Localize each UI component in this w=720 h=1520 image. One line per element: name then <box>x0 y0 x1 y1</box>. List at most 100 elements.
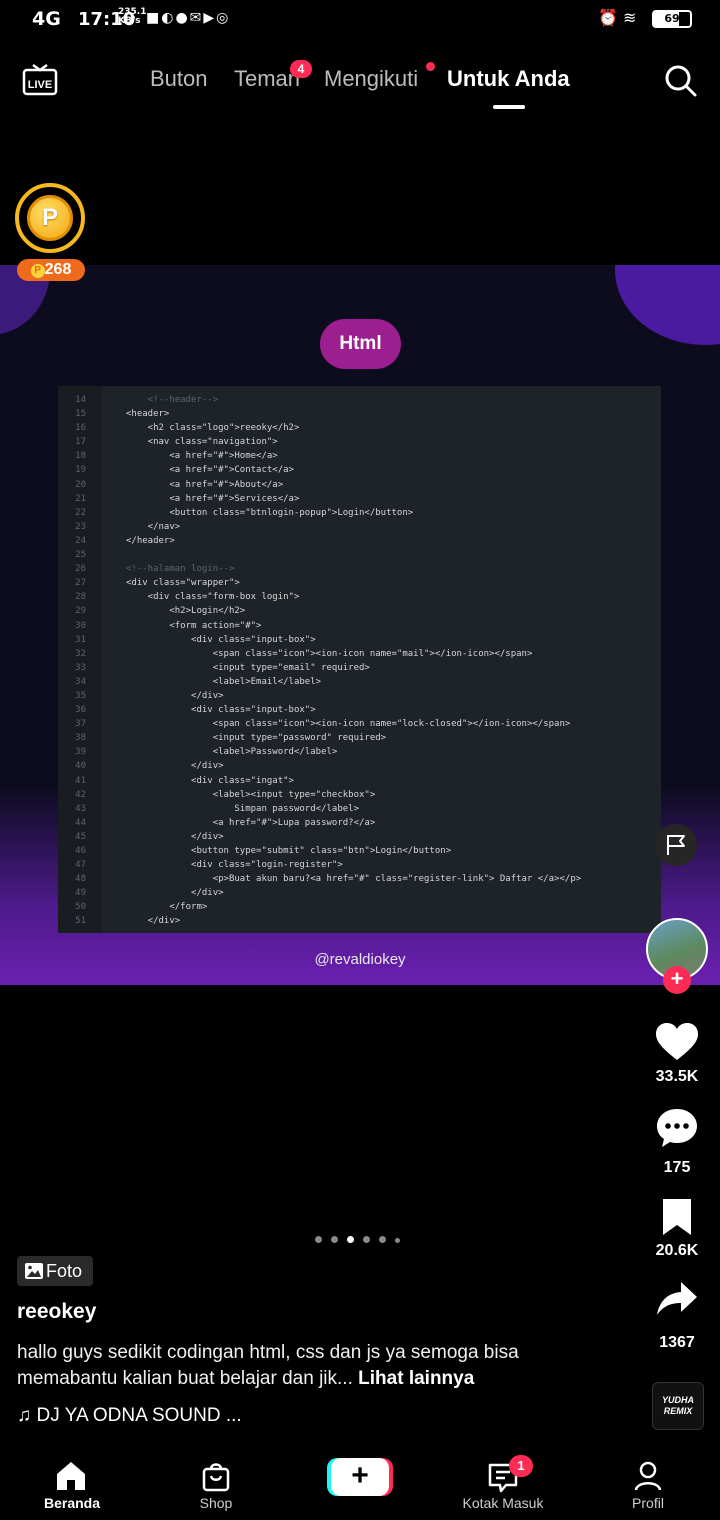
line-number: 49 <box>75 888 86 899</box>
tab-buton[interactable]: Buton <box>150 66 208 92</box>
code-text: <button class="btnlogin-popup">Login</bu… <box>126 507 414 518</box>
nav-profile-label[interactable]: Profil <box>588 1495 708 1511</box>
code-text: <!--halaman login--> <box>126 564 235 575</box>
report-button[interactable] <box>655 824 697 866</box>
code-line: 47 <div class="login-register"> <box>58 858 581 872</box>
nav-inbox-label[interactable]: Kotak Masuk <box>443 1495 563 1511</box>
line-number: 31 <box>75 634 86 645</box>
line-number: 38 <box>75 733 86 744</box>
code-line: 26 <!--halaman login--> <box>58 562 581 576</box>
create-button[interactable]: + <box>331 1458 389 1496</box>
photo-icon <box>25 1263 43 1279</box>
line-number: 28 <box>75 592 86 603</box>
code-text: <label><input type="checkbox"> <box>126 789 376 800</box>
code-line: 23 </nav> <box>58 520 581 534</box>
like-heart-icon[interactable] <box>655 1022 699 1062</box>
line-number: 35 <box>75 690 86 701</box>
line-number: 37 <box>75 719 86 730</box>
code-text: <nav class="navigation"> <box>126 437 278 448</box>
code-text: <h2 class="logo">reeoky</h2> <box>126 423 300 434</box>
nav-shop-label[interactable]: Shop <box>156 1495 276 1511</box>
live-icon[interactable]: LIVE <box>22 62 58 96</box>
home-icon[interactable] <box>54 1460 88 1492</box>
code-text: </div> <box>126 690 224 701</box>
active-tab-indicator <box>493 105 525 109</box>
line-number: 14 <box>75 395 86 405</box>
code-line: 49 </div> <box>58 886 581 900</box>
code-line: 33 <input type="email" required> <box>58 661 581 675</box>
code-text: <a href="#">Home</a> <box>126 451 278 462</box>
line-number: 43 <box>75 803 86 814</box>
code-text: <div class="login-register"> <box>126 860 343 871</box>
coin-mini-icon: P <box>30 264 45 278</box>
code-text: </div> <box>126 916 181 927</box>
line-number: 21 <box>75 493 86 504</box>
line-number: 48 <box>75 874 86 885</box>
tab-untuk-anda[interactable]: Untuk Anda <box>447 66 570 92</box>
code-text: <p>Buat akun baru?<a href="#" class="reg… <box>126 874 582 885</box>
code-line: 37 <span class="icon"><ion-icon name="lo… <box>58 717 581 731</box>
carousel-dot <box>315 1236 322 1243</box>
code-line: 15 <header> <box>58 407 581 421</box>
line-number: 50 <box>75 902 86 913</box>
code-text: <input type="email" required> <box>126 662 370 673</box>
shop-icon[interactable] <box>201 1460 231 1492</box>
line-number: 16 <box>75 423 86 434</box>
net-speed: 235.1 KB/s <box>118 7 147 26</box>
code-line: 35 </div> <box>58 689 581 703</box>
coin-icon[interactable]: P <box>27 195 73 241</box>
line-number: 46 <box>75 846 86 856</box>
code-text: <div class="form-box login"> <box>126 592 300 603</box>
code-line: 39 <label>Password</label> <box>58 745 581 759</box>
code-line: 24 </header> <box>58 534 581 548</box>
status-bar: 4G 17:10 235.1 KB/s ■◐●✉▶◎ ⏰ ≋ 69 <box>0 0 720 40</box>
line-number: 26 <box>75 564 86 575</box>
line-number: 32 <box>75 648 86 659</box>
code-line: 32 <span class="icon"><ion-icon name="ma… <box>58 647 581 661</box>
nav-home-label[interactable]: Beranda <box>12 1495 132 1511</box>
svg-text:LIVE: LIVE <box>28 79 52 91</box>
search-icon[interactable] <box>662 62 698 98</box>
code-line: 16 <h2 class="logo">reeoky</h2> <box>58 421 581 435</box>
code-text: <form action="#"> <box>126 620 262 631</box>
code-text: <a href="#">Lupa password?</a> <box>126 817 376 828</box>
code-line: 28 <div class="form-box login"> <box>58 590 581 604</box>
carousel-dot <box>363 1236 370 1243</box>
music-disc[interactable]: YUDHA REMIX <box>652 1382 704 1430</box>
line-number: 30 <box>75 620 86 631</box>
creator-username[interactable]: reeokey <box>17 1300 96 1324</box>
tab-mengikuti[interactable]: Mengikuti <box>324 66 418 92</box>
image-credit: @revaldiokey <box>314 951 406 968</box>
bookmark-icon[interactable] <box>660 1197 694 1237</box>
line-number: 19 <box>75 465 86 476</box>
code-text: <a href="#">About</a> <box>126 479 284 490</box>
battery-icon: 69 <box>652 10 692 28</box>
see-more-link[interactable]: Lihat lainnya <box>358 1368 474 1389</box>
code-line: 42 <label><input type="checkbox"> <box>58 788 581 802</box>
code-text: </nav> <box>126 521 181 532</box>
code-text: <header> <box>126 409 170 420</box>
line-number: 45 <box>75 831 86 842</box>
line-number: 33 <box>75 662 86 673</box>
carousel-dot <box>379 1236 386 1243</box>
post-caption[interactable]: hallo guys sedikit codingan html, css da… <box>17 1340 587 1392</box>
code-text: <div class="ingat"> <box>126 775 294 786</box>
follow-button[interactable]: + <box>663 966 691 994</box>
music-track[interactable]: ♫ DJ YA ODNA SOUND ... <box>17 1405 242 1427</box>
comment-icon[interactable] <box>655 1107 699 1149</box>
profile-icon[interactable] <box>633 1460 663 1492</box>
line-number: 18 <box>75 451 86 462</box>
post-image[interactable]: Html 14 <!--header--> 15 <header> 16 <h2 cl… <box>0 265 720 985</box>
carousel-dot-active <box>347 1236 354 1243</box>
code-text: <div class="wrapper"> <box>126 578 240 589</box>
flag-icon <box>667 835 685 855</box>
decor-blob <box>615 265 720 345</box>
carousel-dot <box>331 1236 338 1243</box>
html-pill: Html <box>320 319 401 369</box>
code-text: <!--header--> <box>126 395 219 405</box>
line-number: 29 <box>75 606 86 617</box>
code-text: <div class="input-box"> <box>126 634 316 645</box>
share-icon[interactable] <box>655 1280 699 1318</box>
code-line: 46 <button type="submit" class="btn">Log… <box>58 844 581 858</box>
line-number: 15 <box>75 409 86 420</box>
